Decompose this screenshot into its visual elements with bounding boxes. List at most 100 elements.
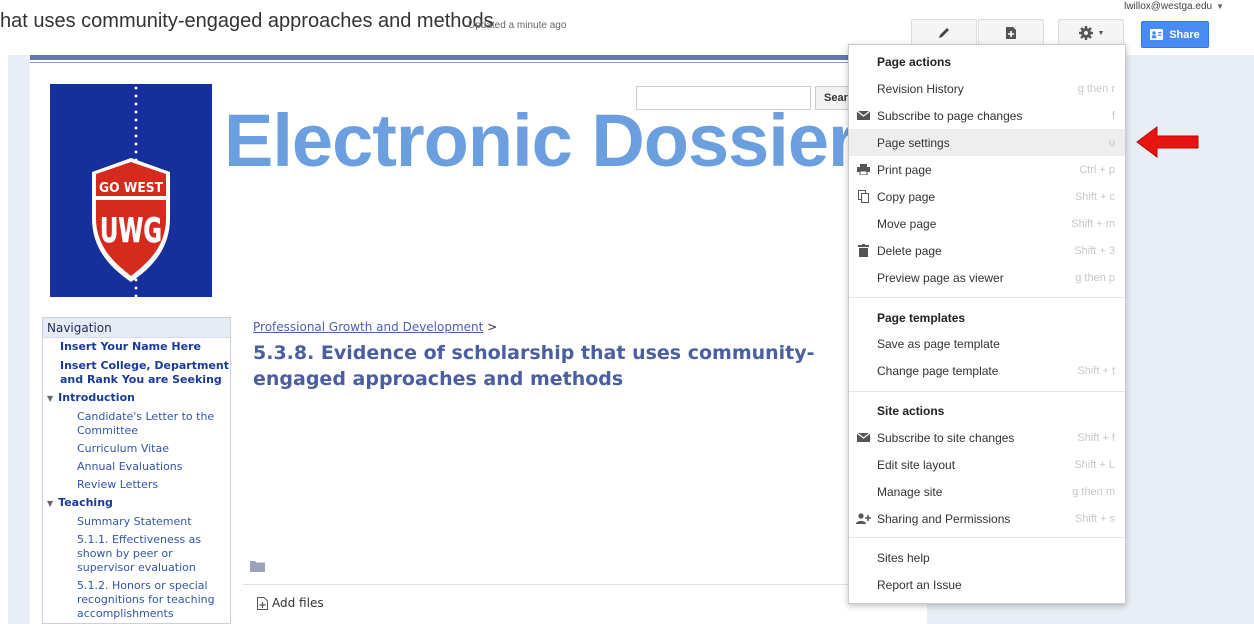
menu-item-label: Print page [877, 162, 932, 177]
menu-item-shortcut: Shift + s [1074, 512, 1115, 525]
menu-item-revision-history[interactable]: Revision History g then r [849, 75, 1125, 102]
menu-item-label: Change page template [877, 363, 999, 378]
menu-item-label: Move page [877, 216, 937, 231]
menu-item-save-template[interactable]: Save as page template [849, 330, 1125, 357]
menu-divider [849, 391, 1125, 392]
menu-item-copy-page[interactable]: Copy page Shift + c [849, 183, 1125, 210]
menu-item-shortcut: Shift + 3 [1074, 244, 1115, 257]
logo-text-bottom: UWG [100, 211, 162, 251]
new-page-icon [1006, 27, 1016, 39]
menu-item-label: Subscribe to site changes [877, 430, 1015, 445]
menu-section-page-templates: Page templates [877, 311, 966, 325]
menu-item-subscribe-site[interactable]: Subscribe to site changes Shift + f [849, 424, 1125, 451]
menu-item-subscribe-page[interactable]: Subscribe to page changes f [849, 102, 1125, 129]
menu-item-shortcut: g then r [1077, 82, 1115, 95]
menu-item-label: Subscribe to page changes [877, 108, 1023, 123]
edit-page-button[interactable] [911, 19, 977, 47]
menu-item-delete-page[interactable]: Delete page Shift + 3 [849, 237, 1125, 264]
menu-item-edit-site-layout[interactable]: Edit site layout Shift + L [849, 451, 1125, 478]
menu-item-label: Edit site layout [877, 457, 956, 472]
menu-item-label: Delete page [877, 243, 942, 258]
nav-item-5-1-1[interactable]: 5.1.1. Effectiveness as shown by peer or… [43, 533, 230, 575]
menu-item-label: Preview page as viewer [877, 270, 1004, 285]
share-people-icon [1150, 29, 1164, 40]
gear-icon [1078, 26, 1093, 40]
menu-item-label: Save as page template [877, 336, 1000, 351]
navigation-header: Navigation [43, 318, 230, 338]
uwg-logo: GO WEST UWG [50, 84, 212, 297]
nav-item-review-letters[interactable]: Review Letters [43, 478, 230, 492]
menu-item-shortcut: Shift + f [1077, 431, 1115, 444]
folder-icon[interactable] [250, 560, 265, 572]
page-title: hat uses community-engaged approaches an… [0, 10, 494, 32]
nav-item-annual-evaluations[interactable]: Annual Evaluations [43, 460, 230, 474]
nav-section-introduction[interactable]: ▼ Introduction [43, 391, 230, 406]
menu-item-shortcut: Shift + c [1074, 190, 1115, 203]
nav-item-name[interactable]: Insert Your Name Here [43, 340, 230, 354]
site-search-input[interactable] [636, 86, 811, 110]
logo-text-top: GO WEST [99, 181, 163, 196]
attachments-divider [243, 584, 925, 585]
menu-item-label: Report an Issue [877, 577, 962, 592]
triangle-down-icon[interactable]: ▼ [47, 499, 53, 508]
more-actions-button[interactable]: ▼ [1058, 19, 1124, 47]
menu-item-print-page[interactable]: Print page Ctrl + p [849, 156, 1125, 183]
menu-section-page-actions: Page actions [877, 55, 952, 69]
site-banner-title: Electronic Dossier [224, 99, 848, 182]
add-person-icon [856, 513, 871, 524]
menu-item-label: Manage site [877, 484, 943, 499]
shield-icon: GO WEST UWG [92, 158, 170, 282]
menu-item-label: Revision History [877, 81, 964, 96]
browser-viewport: hat uses community-engaged approaches an… [0, 0, 1254, 624]
menu-item-shortcut: u [1108, 136, 1115, 149]
header-rule [30, 55, 927, 60]
menu-item-shortcut: Shift + m [1071, 217, 1115, 230]
nav-item-5-1-2[interactable]: 5.1.2. Honors or special recognitions fo… [43, 579, 230, 621]
envelope-icon [856, 433, 870, 442]
menu-item-shortcut: Shift + L [1074, 458, 1115, 471]
menu-item-page-settings[interactable]: Page settings u [849, 129, 1125, 156]
page-heading: 5.3.8. Evidence of scholarship that uses… [253, 342, 815, 390]
menu-divider [849, 537, 1125, 538]
more-actions-menu: Page actions Revision History g then r S… [848, 44, 1126, 604]
menu-item-shortcut: Shift + t [1077, 364, 1115, 377]
add-files-label: Add files [272, 596, 324, 610]
nav-item-summary-statement[interactable]: Summary Statement [43, 515, 230, 529]
new-page-button[interactable] [978, 19, 1044, 47]
envelope-icon [856, 111, 870, 120]
add-files-button[interactable]: Add files [257, 596, 324, 610]
nav-item-college[interactable]: Insert College, Department and Rank You … [43, 359, 230, 387]
menu-item-change-template[interactable]: Change page template Shift + t [849, 357, 1125, 384]
header-rule-thin [30, 62, 927, 63]
menu-item-label: Copy page [877, 189, 936, 204]
red-arrow-icon [1136, 126, 1199, 158]
nav-item-curriculum-vitae[interactable]: Curriculum Vitae [43, 442, 230, 456]
nav-section-teaching[interactable]: ▼ Teaching [43, 496, 230, 511]
user-email: lwillox@westga.edu [1124, 1, 1213, 12]
trash-icon [857, 244, 869, 257]
menu-item-move-page[interactable]: Move page Shift + m [849, 210, 1125, 237]
triangle-down-icon[interactable]: ▼ [47, 394, 53, 403]
menu-item-preview-page[interactable]: Preview page as viewer g then p [849, 264, 1125, 291]
menu-item-label: Sharing and Permissions [877, 511, 1011, 526]
menu-section-site-actions: Site actions [877, 404, 945, 418]
menu-item-manage-site[interactable]: Manage site g then m [849, 478, 1125, 505]
breadcrumb: Professional Growth and Development > [253, 320, 497, 334]
breadcrumb-link[interactable]: Professional Growth and Development [253, 320, 483, 334]
nav-item-candidate-letter[interactable]: Candidate's Letter to the Committee [43, 410, 230, 438]
nav-section-label: Introduction [58, 391, 135, 404]
menu-item-shortcut: g then m [1072, 485, 1115, 498]
share-button[interactable]: Share [1141, 21, 1209, 48]
share-label: Share [1169, 28, 1200, 41]
account-menu[interactable]: lwillox@westga.edu ▼ [1124, 1, 1224, 12]
menu-divider [849, 297, 1125, 298]
menu-item-shortcut: f [1111, 109, 1115, 122]
menu-item-report-issue[interactable]: Report an Issue [849, 571, 1125, 598]
menu-item-sites-help[interactable]: Sites help [849, 544, 1125, 571]
nav-section-label: Teaching [58, 496, 113, 509]
menu-item-sharing-permissions[interactable]: Sharing and Permissions Shift + s [849, 505, 1125, 532]
chevron-down-icon: ▼ [1097, 29, 1105, 37]
pencil-icon [939, 28, 949, 38]
menu-item-label: Sites help [877, 550, 930, 565]
breadcrumb-separator: > [483, 320, 498, 334]
